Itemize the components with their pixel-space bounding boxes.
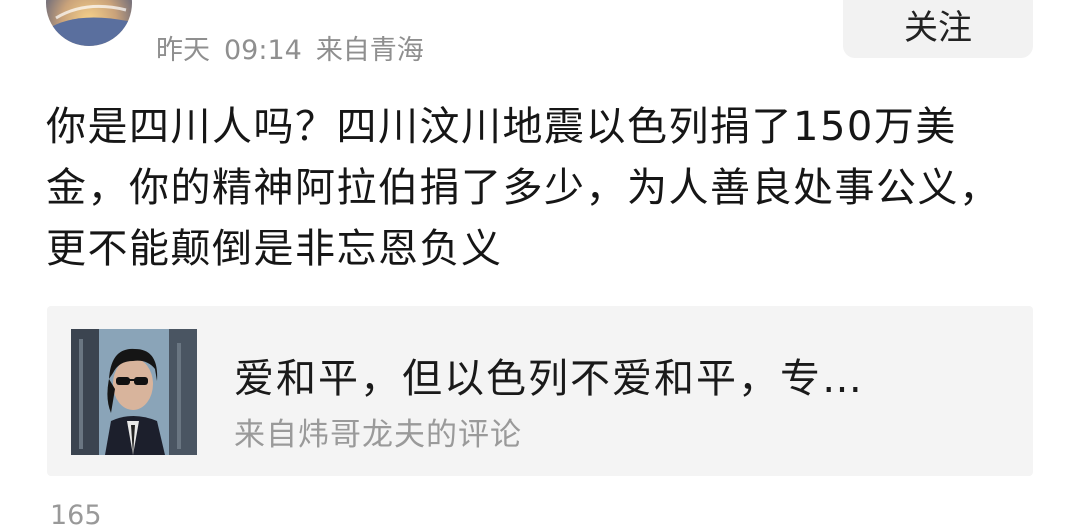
post-time: 09:14 [224, 35, 302, 66]
quoted-comment-card[interactable]: 爱和平，但以色列不爱和平，专… 来自炜哥龙夫的评论 [47, 306, 1033, 476]
post-location: 来自青海 [315, 35, 424, 66]
quoted-comment-source: 来自炜哥龙夫的评论 [234, 417, 522, 453]
post-date: 昨天 [156, 35, 210, 66]
quoted-author-avatar [71, 329, 197, 455]
quoted-comment-title: 爱和平，但以色列不爱和平，专… [234, 356, 864, 402]
post-body-text: 你是四川人吗？四川汶川地震以色列捐了150万美金，你的精神阿拉伯捐了多少，为人善… [46, 104, 1001, 272]
post-meta: 昨天 09:14 来自青海 [156, 28, 438, 67]
post-stats: 165 [50, 500, 126, 531]
author-avatar[interactable] [46, 0, 132, 46]
views-count: 165 [50, 500, 102, 531]
follow-button[interactable]: 关注 [843, 0, 1033, 58]
